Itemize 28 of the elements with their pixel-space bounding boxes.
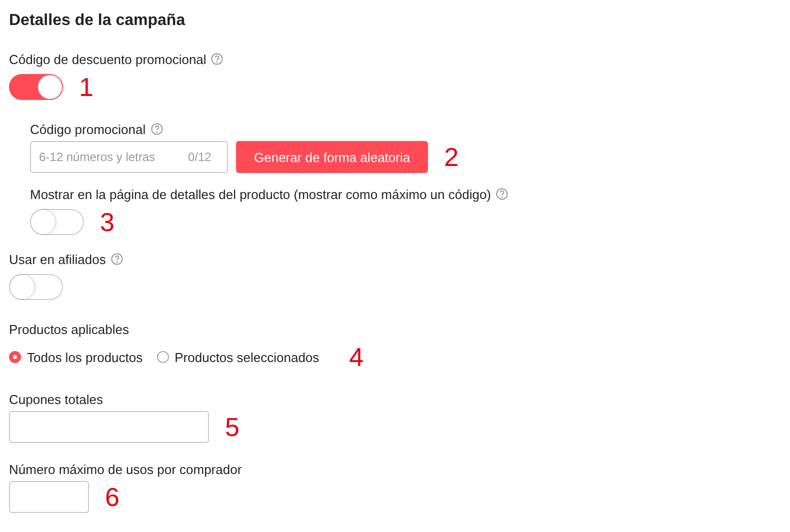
help-icon[interactable]	[211, 53, 224, 65]
help-icon[interactable]	[496, 188, 508, 200]
toggle-switch[interactable]	[9, 74, 63, 100]
input-field[interactable]	[9, 411, 209, 443]
field-label: Mostrar en la página de detalles del producto (mostrar como máximo un código)	[30, 186, 492, 202]
help-icon[interactable]	[110, 253, 123, 265]
section-title: Detalles de la campaña	[9, 12, 186, 30]
annotation-number: 5	[225, 414, 240, 440]
annotation-number: 4	[349, 344, 364, 370]
toggle-switch[interactable]	[30, 209, 84, 235]
radio-button[interactable]	[156, 351, 169, 363]
help-icon[interactable]	[150, 123, 163, 135]
field-label: Usar en afiliados	[9, 252, 106, 266]
field-label: Productos aplicables	[9, 322, 129, 336]
field-label: Número máximo de usos por comprador	[9, 462, 242, 476]
field-label: Cupones totales	[9, 392, 103, 406]
toggle-switch[interactable]	[9, 274, 63, 300]
annotation-number: 3	[100, 209, 114, 235]
radio-button[interactable]	[9, 351, 21, 363]
annotation-number: 6	[105, 484, 120, 510]
field-label: Código de descuento promocional	[9, 52, 206, 66]
field-label: Código promocional	[30, 122, 146, 136]
input-field[interactable]	[9, 481, 89, 513]
annotation-number: 2	[444, 144, 459, 170]
annotation-number: 1	[79, 74, 94, 100]
radio-label[interactable]: Todos los productos	[27, 350, 143, 364]
radio-label[interactable]: Productos seleccionados	[174, 350, 320, 364]
character-counter: 0/12	[188, 150, 212, 164]
